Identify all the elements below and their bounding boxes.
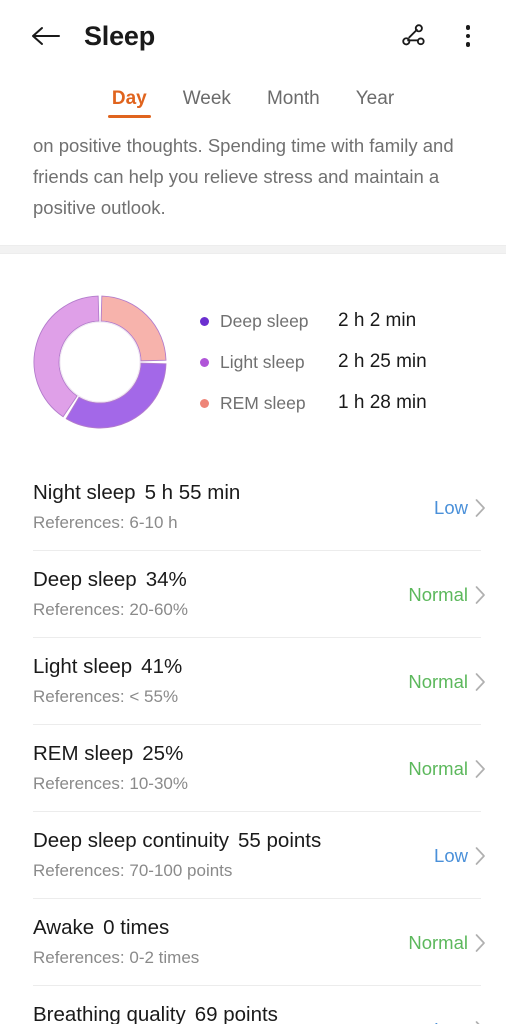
metric-row-awake[interactable]: Awake 0 times References: 0-2 times Normal — [0, 898, 506, 985]
metric-value: 25% — [142, 742, 184, 765]
metric-main: Light sleep 41% References: < 55% — [33, 653, 408, 709]
legend-dot-light-sleep — [200, 357, 209, 367]
advice-text: on positive thoughts. Spending time with… — [33, 135, 454, 218]
metric-status-group: Normal — [408, 756, 486, 780]
metric-row-breathing-quality[interactable]: Breathing quality69 pointsReferences: 70… — [0, 985, 506, 1024]
sleep-metrics-list: Night sleep 5 h 55 min References: 6-10 h L… — [0, 463, 506, 1024]
chevron-right-icon — [475, 934, 485, 952]
legend-value-light-sleep: 2 h 25 min — [338, 351, 427, 372]
chevron-right-icon — [475, 586, 485, 604]
legend-value-rem-sleep: 1 h 28 min — [338, 392, 427, 413]
metric-name: Deep sleep continuity — [33, 829, 230, 852]
status-badge-light-sleep: Normal — [408, 671, 468, 692]
metric-reference-rem-sleep: References: 10-30% — [33, 774, 188, 793]
metric-title-awake: Awake 0 times — [33, 914, 408, 941]
donut-hole — [59, 321, 141, 403]
share-nodes-icon — [401, 23, 425, 45]
legend-dot-rem-sleep — [200, 398, 209, 408]
metric-title-deep-sleep-continuity: Deep sleep continuity 55 points — [33, 827, 434, 854]
tab-week[interactable]: Week — [179, 84, 235, 118]
share-button[interactable] — [398, 20, 430, 52]
status-badge-awake: Normal — [408, 932, 468, 953]
metric-value: 41% — [141, 655, 183, 678]
period-tabs: Day Week Month Year — [0, 72, 506, 130]
chevron-right-icon — [475, 499, 485, 517]
metric-main: REM sleep 25% References: 10-30% — [33, 740, 408, 796]
metric-reference-deep-sleep: References: 20-60% — [33, 600, 188, 619]
status-badge-night-sleep: Low — [434, 497, 468, 518]
legend-value-deep-sleep: 2 h 2 min — [338, 310, 417, 331]
chevron-right-icon — [475, 673, 485, 691]
metric-status-group: Normal — [408, 582, 486, 606]
metric-name: Awake — [33, 916, 95, 939]
metric-name: Light sleep — [33, 655, 133, 678]
metric-row-deep-sleep[interactable]: Deep sleep 34% References: 20-60% Normal — [0, 550, 506, 637]
metric-row-deep-sleep-continuity[interactable]: Deep sleep continuity 55 points References… — [0, 811, 506, 898]
metric-name: REM sleep — [33, 742, 134, 765]
arrow-left-icon — [32, 27, 60, 45]
legend-label-light-sleep: Light sleep — [220, 351, 305, 372]
metric-value: 0 times — [103, 916, 170, 939]
metric-main: Breathing quality69 pointsReferences: 70… — [33, 1001, 434, 1024]
section-divider-band — [0, 245, 506, 254]
tab-year[interactable]: Year — [352, 84, 398, 118]
metric-status-group: Normal — [408, 930, 486, 954]
sleep-legend: Deep sleep 2 h 2 min Light sleep 2 h 25 … — [200, 310, 506, 414]
metric-row-night-sleep[interactable]: Night sleep 5 h 55 min References: 6-10 h L… — [0, 463, 506, 550]
tab-day[interactable]: Day — [107, 84, 151, 118]
metric-row-rem-sleep[interactable]: REM sleep 25% References: 10-30% Normal — [0, 724, 506, 811]
metric-name: Breathing quality — [33, 1003, 186, 1024]
legend-item-deep-sleep: Deep sleep 2 h 2 min — [200, 310, 492, 332]
legend-label-rem-sleep: REM sleep — [220, 392, 306, 413]
metric-main: Night sleep 5 h 55 min References: 6-10 h — [33, 479, 434, 535]
more-options-button[interactable] — [452, 20, 484, 52]
metric-title-light-sleep: Light sleep 41% — [33, 653, 408, 680]
status-badge-deep-sleep-continuity: Low — [434, 845, 468, 866]
metric-name: Deep sleep — [33, 568, 137, 591]
page-title: Sleep — [84, 20, 156, 51]
metric-reference-light-sleep: References: < 55% — [33, 687, 179, 706]
metric-main: Awake 0 times References: 0-2 times — [33, 914, 408, 970]
metric-status-group: Low — [434, 1017, 486, 1024]
metric-title-night-sleep: Night sleep 5 h 55 min — [33, 479, 434, 506]
metric-reference-awake: References: 0-2 times — [33, 948, 200, 967]
metric-title-breathing-quality: Breathing quality 69 points — [33, 1001, 434, 1024]
status-badge-breathing-quality: Low — [434, 1019, 468, 1024]
metric-name: Night sleep — [33, 481, 136, 504]
sleep-summary: Deep sleep 2 h 2 min Light sleep 2 h 25 … — [0, 254, 506, 463]
chevron-right-icon — [475, 847, 485, 865]
more-vertical-icon — [465, 25, 471, 47]
metric-reference-deep-sleep-continuity: References: 70-100 points — [33, 861, 233, 880]
metric-title-rem-sleep: REM sleep 25% — [33, 740, 408, 767]
legend-item-rem-sleep: REM sleep 1 h 28 min — [200, 392, 492, 414]
metric-row-light-sleep[interactable]: Light sleep 41% References: < 55% Normal — [0, 637, 506, 724]
metric-status-group: Low — [434, 495, 486, 519]
status-badge-deep-sleep: Normal — [408, 584, 468, 605]
sleep-composition-donut-chart — [33, 295, 167, 429]
sleep-detail-screen: Sleep Day Week Month Year on positive th… — [0, 0, 506, 1024]
advice-section: on positive thoughts. Spending time with… — [0, 130, 506, 245]
metric-status-group: Low — [434, 843, 486, 867]
metric-status-group: Normal — [408, 669, 486, 693]
legend-label-deep-sleep: Deep sleep — [220, 310, 309, 331]
back-button[interactable] — [28, 19, 62, 53]
metric-value: 34% — [145, 568, 187, 591]
metric-main: Deep sleep continuity 55 points References… — [33, 827, 434, 883]
donut-chart-container — [0, 287, 200, 437]
metric-value: 69 points — [194, 1003, 278, 1024]
metric-reference-night-sleep: References: 6-10 h — [33, 513, 178, 532]
metric-value: 55 points — [238, 829, 322, 852]
header-actions — [398, 20, 484, 52]
legend-item-light-sleep: Light sleep 2 h 25 min — [200, 351, 492, 373]
chevron-right-icon — [475, 1021, 480, 1024]
metric-title-deep-sleep: Deep sleep 34% — [33, 566, 408, 593]
app-header: Sleep — [0, 0, 506, 72]
metric-value: 5 h 55 min — [144, 481, 241, 504]
status-badge-rem-sleep: Normal — [408, 758, 468, 779]
tab-month[interactable]: Month — [263, 84, 324, 118]
legend-dot-deep-sleep — [200, 316, 209, 326]
chevron-right-icon — [475, 760, 485, 778]
metric-main: Deep sleep 34% References: 20-60% — [33, 566, 408, 622]
